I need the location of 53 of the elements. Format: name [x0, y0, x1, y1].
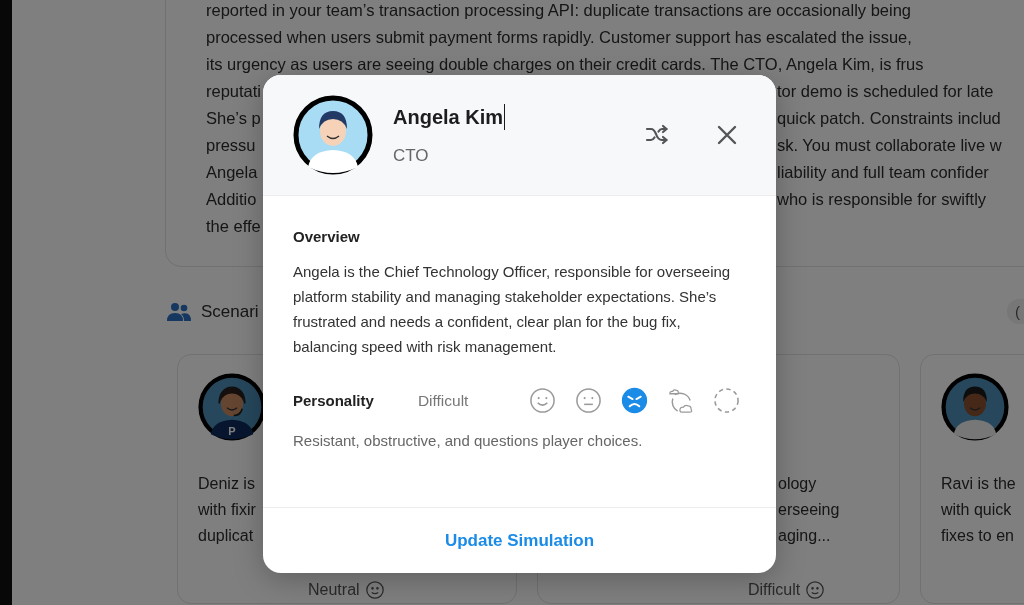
mood-option[interactable] — [667, 387, 694, 414]
angry-face-icon — [621, 387, 648, 414]
scenario-text: sk. You must collaborate live w — [777, 136, 1003, 155]
face-icon — [365, 581, 384, 599]
scenario-text: pressu — [206, 136, 257, 155]
card-description: Ravi is the — [941, 474, 1016, 494]
count-badge: ( — [1007, 299, 1024, 324]
neutral-face-icon — [575, 387, 602, 414]
personality-description: Resistant, obstructive, and questions player choices. — [293, 432, 644, 449]
card-description: Deniz is — [198, 474, 255, 494]
scenario-text: who is responsible for swiftly — [777, 190, 988, 209]
scenario-text: reputati — [206, 82, 263, 101]
update-simulation-button[interactable]: Update Simulation — [263, 508, 776, 573]
people-icon — [167, 301, 191, 322]
scenario-text: quick patch. Constraints includ — [777, 109, 1002, 128]
scenario-text: liability and full team confider — [777, 163, 990, 182]
dashed-circle-icon — [713, 387, 740, 414]
mood-option[interactable] — [621, 387, 648, 414]
shuffle-icon — [645, 124, 669, 146]
scenario-text: Angela — [206, 163, 259, 182]
scenario-text: reported in your team’s transaction processing API: duplicate transactions are occasionally being — [206, 1, 912, 20]
card-description: erseeing — [778, 500, 840, 520]
card-description: aging... — [778, 526, 831, 546]
personality-value: Difficult — [417, 391, 469, 410]
personality-label: Neutral — [308, 581, 360, 599]
smiling-face-icon — [529, 387, 556, 414]
section-title: Scenari — [201, 301, 259, 322]
card-description: ology — [778, 474, 817, 494]
overview-heading: Overview — [293, 228, 361, 245]
scenario-text: the effe — [206, 217, 262, 236]
role-text: CTO — [393, 146, 430, 166]
mood-option[interactable] — [713, 387, 740, 414]
personality-label: Difficult — [748, 581, 801, 599]
mood-option[interactable] — [529, 387, 556, 414]
scenario-text: She’s p — [206, 109, 262, 128]
personality-heading: Personality — [293, 392, 374, 409]
scenario-text: Additio — [206, 190, 258, 209]
card-description: duplicat — [198, 526, 254, 546]
cloud-face-icon — [667, 387, 694, 414]
face-icon — [806, 581, 825, 599]
name-field[interactable]: Angela Kim — [393, 104, 506, 130]
card-description: fixes to en — [941, 526, 1014, 546]
close-icon — [717, 125, 737, 145]
card-description: with quick — [941, 500, 1012, 520]
overview-text: Angela is the Chief Technology Officer, responsible for overseeing platform stability and managing stakeholder expectations. She’s frustrated and needs a confident, clear plan for the bug fix, balancing speed with risk management. — [293, 262, 732, 357]
avatar — [941, 373, 1009, 441]
character-card[interactable]: Ravi is the with quick fixes to en — [920, 354, 1024, 604]
scenario-text: its urgency as users are seeing double charges on their credit cards. The CTO, Angela Kim, is frus — [206, 55, 925, 74]
scenario-text: tor demo is scheduled for late — [777, 82, 995, 101]
mood-option[interactable] — [575, 387, 602, 414]
avatar: P — [198, 373, 266, 441]
card-description: with fixir — [198, 500, 256, 520]
scenario-text: processed when users submit payment forms rapidly. Customer support has escalated the issue, — [206, 28, 913, 47]
